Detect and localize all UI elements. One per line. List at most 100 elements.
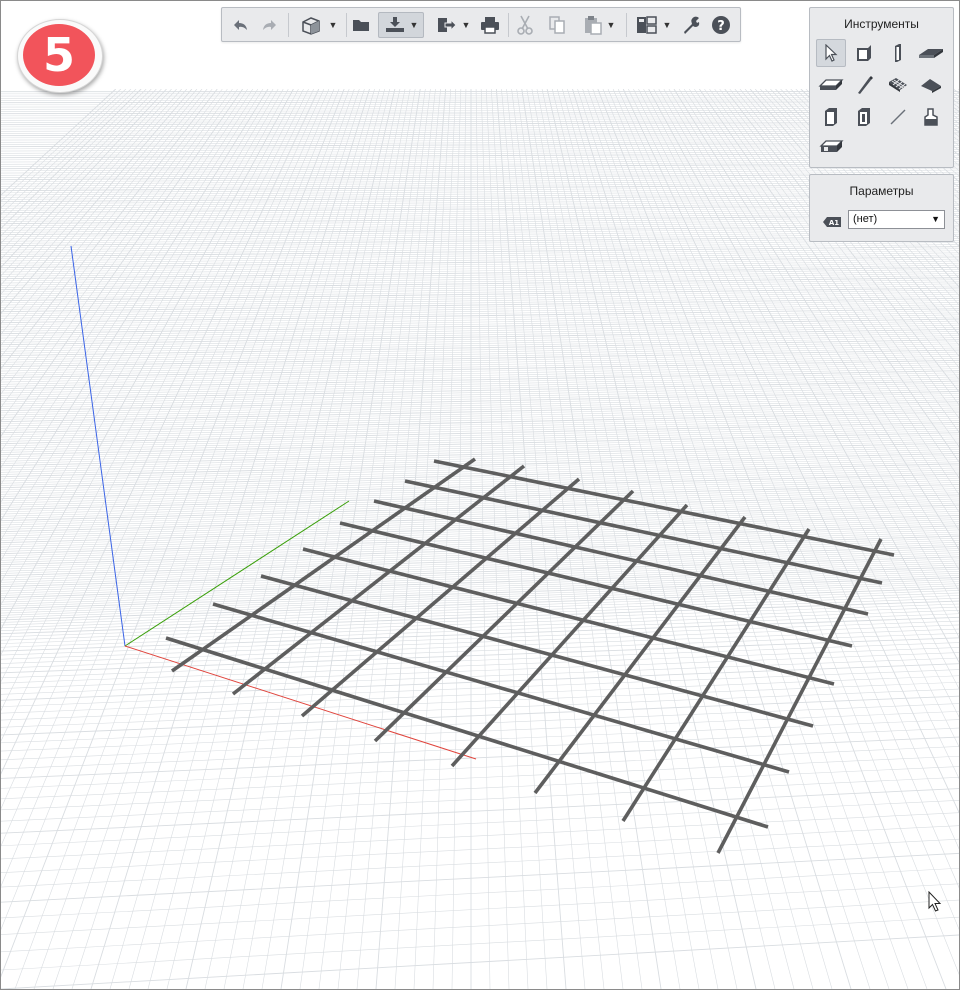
copy-button[interactable] xyxy=(544,12,570,38)
help-button[interactable]: ? xyxy=(708,12,734,38)
tool-door[interactable] xyxy=(816,103,846,131)
rebar-icon xyxy=(858,76,873,94)
chevron-down-icon: ▼ xyxy=(931,214,940,224)
chevron-down-icon: ▼ xyxy=(461,20,471,30)
layer-tag-icon: A1 xyxy=(823,217,841,227)
grid-line xyxy=(1,440,959,464)
view-3d-icon xyxy=(301,17,320,35)
tool-window[interactable] xyxy=(849,103,879,131)
opening-icon xyxy=(819,140,844,152)
grid-line xyxy=(1,719,959,761)
chevron-down-icon: ▼ xyxy=(328,20,338,30)
redo-button[interactable] xyxy=(258,12,282,38)
grid-line xyxy=(1,88,177,286)
grid-line xyxy=(1,401,959,423)
svg-text:?: ? xyxy=(717,19,725,34)
line-icon xyxy=(890,109,906,125)
step-number: 5 xyxy=(42,28,75,82)
paste-icon xyxy=(584,16,602,35)
grid-line xyxy=(1,899,959,953)
undo-icon xyxy=(234,20,247,30)
select-arrow-icon xyxy=(825,44,838,62)
grid-line xyxy=(1,812,959,860)
settings-button[interactable] xyxy=(678,12,704,38)
main-toolbar: ▼ ▼ ▼ ▼ ▼ ? xyxy=(221,7,741,42)
grid-line xyxy=(1,254,959,266)
grid-line xyxy=(14,88,350,989)
roof-icon xyxy=(921,79,941,93)
wall-icon xyxy=(857,45,871,61)
grid-line xyxy=(511,88,624,989)
mesh-icon xyxy=(889,78,907,92)
import-button[interactable]: ▼ xyxy=(378,12,424,38)
app-window: 5 ▼ ▼ ▼ ▼ ▼ ? Инструменты Параметры A1 (… xyxy=(0,0,960,990)
undo-button[interactable] xyxy=(228,12,252,38)
export-icon xyxy=(437,18,457,32)
grid-line xyxy=(1,711,959,752)
grid-line xyxy=(1,248,959,260)
import-icon xyxy=(385,17,404,32)
tool-rebar[interactable] xyxy=(849,71,879,99)
grid-line xyxy=(1,883,959,935)
tool-column[interactable] xyxy=(883,39,913,67)
grid-line xyxy=(1,252,959,264)
views-icon xyxy=(636,16,657,34)
tool-roof[interactable] xyxy=(916,71,946,99)
cut-icon xyxy=(517,15,533,35)
tool-slab[interactable] xyxy=(916,39,946,67)
grid-line xyxy=(1,297,959,313)
tool-opening[interactable] xyxy=(816,132,846,160)
chevron-down-icon: ▼ xyxy=(409,20,419,30)
tool-mesh[interactable] xyxy=(883,71,913,99)
slab-icon xyxy=(919,49,943,58)
grid-line xyxy=(1,88,132,215)
grid-line xyxy=(1,442,959,467)
settings-wrench-icon xyxy=(684,16,700,34)
grid-line xyxy=(1,167,959,174)
beam-icon xyxy=(818,79,844,90)
open-button[interactable] xyxy=(348,12,374,38)
help-icon: ? xyxy=(712,16,730,34)
cut-button[interactable] xyxy=(512,12,538,38)
rebar[interactable] xyxy=(212,602,790,774)
layer-dropdown-value: (нет) xyxy=(853,213,878,225)
layer-dropdown[interactable]: (нет) ▼ xyxy=(848,210,945,229)
column-icon xyxy=(895,44,901,62)
tool-wall[interactable] xyxy=(849,39,879,67)
view-3d-button[interactable]: ▼ xyxy=(294,12,342,38)
grid-line xyxy=(1,867,959,919)
tools-panel-title: Инструменты xyxy=(844,17,919,31)
tool-object[interactable] xyxy=(916,103,946,131)
window-icon xyxy=(858,108,870,126)
print-button[interactable] xyxy=(476,12,504,38)
object-icon xyxy=(924,108,938,126)
grid-line xyxy=(1,438,959,462)
grid-line xyxy=(1,256,959,269)
step-badge: 5 xyxy=(17,19,109,97)
tool-line[interactable] xyxy=(883,103,913,131)
door-icon xyxy=(825,108,837,126)
grid-line xyxy=(1,788,959,834)
export-button[interactable]: ▼ xyxy=(430,12,476,38)
copy-icon xyxy=(549,16,565,34)
grid-line xyxy=(1,88,188,304)
paste-button[interactable]: ▼ xyxy=(576,12,622,38)
tool-beam[interactable] xyxy=(816,71,846,99)
redo-icon xyxy=(263,20,276,30)
grid-line xyxy=(1,825,959,873)
chevron-down-icon: ▼ xyxy=(606,20,616,30)
tool-select[interactable] xyxy=(816,39,846,67)
grid-line xyxy=(1,258,959,271)
mouse-cursor-icon xyxy=(928,891,942,912)
grid-line xyxy=(1,399,959,420)
grid-line xyxy=(1,300,959,315)
layer-tag-text: A1 xyxy=(829,219,839,227)
grid-line xyxy=(1,642,959,679)
grid-line xyxy=(1,446,959,471)
grid-line xyxy=(1,852,959,903)
views-button[interactable]: ▼ xyxy=(630,12,676,38)
parameters-panel-title: Параметры xyxy=(849,184,914,198)
open-folder-icon xyxy=(353,20,369,31)
chevron-down-icon: ▼ xyxy=(662,20,672,30)
grid-line xyxy=(1,746,959,789)
